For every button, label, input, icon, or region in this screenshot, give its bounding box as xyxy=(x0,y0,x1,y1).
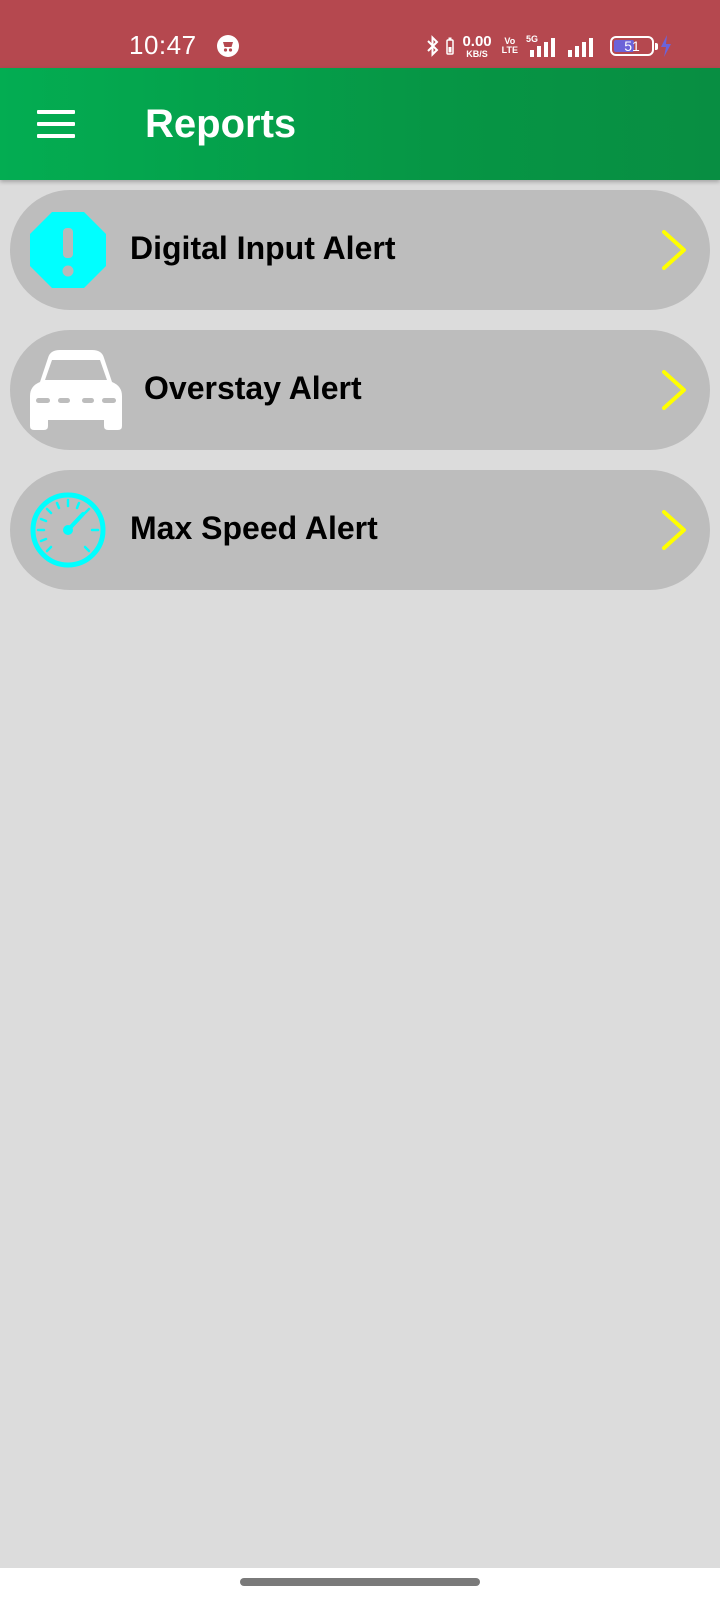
battery-saver-icon xyxy=(446,37,455,55)
network-speed-value: 0.00 xyxy=(462,32,492,50)
status-bar: 10:47 0.00 KB/S Vo LTE 5G 51 xyxy=(0,0,720,68)
signal-5g-icon: 5G xyxy=(526,34,555,57)
speedometer-icon xyxy=(30,492,106,568)
home-indicator[interactable] xyxy=(240,1578,480,1586)
report-label-overstay-alert: Overstay Alert xyxy=(144,370,362,406)
battery-indicator: 51 xyxy=(610,36,658,56)
report-item-max-speed-alert[interactable]: Max Speed Alert xyxy=(10,470,710,590)
battery-cap xyxy=(655,43,658,50)
notification-app-icon xyxy=(217,35,239,57)
volte-line2: LTE xyxy=(501,45,518,55)
volte-indicator: Vo LTE xyxy=(501,36,518,56)
report-label-max-speed-alert: Max Speed Alert xyxy=(130,510,378,546)
hamburger-menu-icon[interactable] xyxy=(30,102,80,146)
chevron-right-icon xyxy=(662,510,686,550)
page-title: Reports xyxy=(145,102,297,146)
signal-sim2-icon xyxy=(568,38,593,57)
chevron-right-icon xyxy=(662,370,686,410)
navigation-bar xyxy=(0,1568,720,1600)
alert-octagon-icon xyxy=(30,212,106,288)
bluetooth-icon xyxy=(427,35,439,57)
status-icons: 0.00 KB/S Vo LTE 5G 51 xyxy=(426,30,672,62)
report-item-overstay-alert[interactable]: Overstay Alert xyxy=(10,330,710,450)
network-speed-unit: KB/S xyxy=(466,48,488,59)
car-icon xyxy=(30,350,122,430)
report-item-digital-input-alert[interactable]: Digital Input Alert xyxy=(10,190,710,310)
report-label-digital-input-alert: Digital Input Alert xyxy=(130,230,396,266)
chevron-right-icon xyxy=(662,230,686,270)
charging-bolt-icon xyxy=(661,35,671,57)
report-list: Digital Input Alert Overstay Alert Max S… xyxy=(10,190,710,610)
status-time: 10:47 xyxy=(129,30,197,60)
network-speed: 0.00 KB/S xyxy=(462,34,491,59)
app-bar: Reports xyxy=(0,68,720,180)
network-type-label: 5G xyxy=(526,34,538,44)
battery-level: 51 xyxy=(624,38,640,54)
